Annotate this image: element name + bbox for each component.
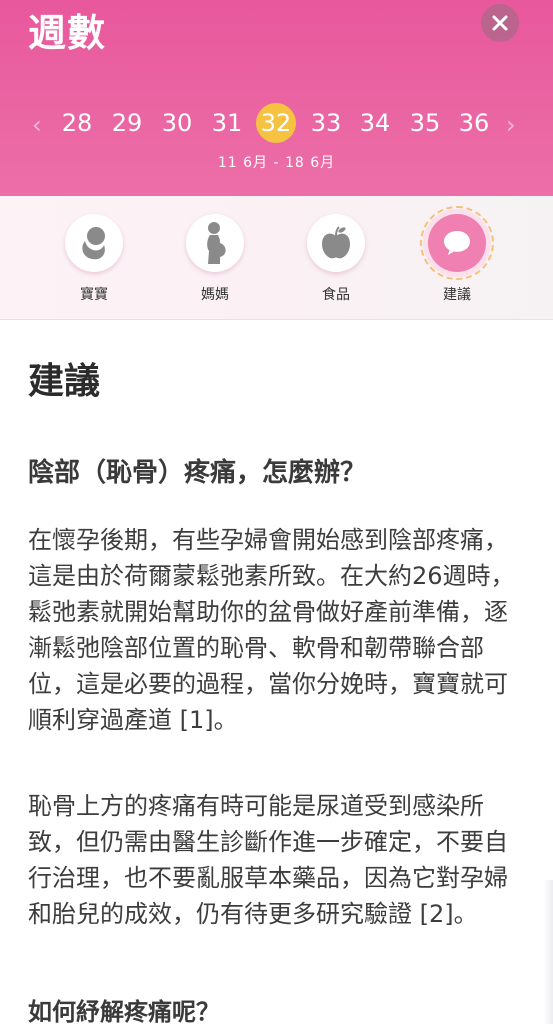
article-paragraph: 在懷孕後期，有些孕婦會開始感到陰部疼痛，這是由於荷爾蒙鬆弛素所致。在大約26週時… <box>28 526 515 734</box>
week-36[interactable]: 36 <box>454 103 494 143</box>
tab-label-mother: 媽媽 <box>201 287 229 303</box>
chevron-left-icon[interactable]: ‹ <box>32 111 42 139</box>
chat-bubble-icon <box>444 231 470 255</box>
article-paragraph: 恥骨上方的疼痛有時可能是尿道受到感染所致，但仍需由醫生診斷作進一步確定，不要自行… <box>28 792 508 928</box>
week-32-selected[interactable]: 32 <box>256 103 296 143</box>
tab-mother[interactable]: 媽媽 <box>170 214 260 304</box>
question-heading: 陰部（恥骨）疼痛，怎麼辦？ <box>28 458 367 488</box>
category-tabs: 寶寶 媽媽 食品 建議 <box>0 196 553 320</box>
tab-label-baby: 寶寶 <box>80 287 108 303</box>
baby-icon <box>82 227 105 260</box>
week-header: 週數 ‹ 28 29 30 31 32 33 34 35 36 › 11 6月 … <box>0 0 553 196</box>
week-28[interactable]: 28 <box>57 103 97 143</box>
apple-icon <box>322 226 350 259</box>
page-title: 週數 <box>28 11 107 55</box>
week-30[interactable]: 30 <box>157 103 197 143</box>
close-button[interactable] <box>481 4 519 42</box>
tab-label-advice: 建議 <box>443 287 471 303</box>
section-title: 建議 <box>28 361 101 402</box>
chevron-right-icon[interactable]: › <box>506 111 516 139</box>
week-31[interactable]: 31 <box>207 103 247 143</box>
tab-label-food: 食品 <box>322 287 350 303</box>
question-heading: 如何紓解疼痛呢？ <box>28 998 220 1024</box>
tab-advice[interactable]: 建議 <box>412 206 502 304</box>
week-29[interactable]: 29 <box>107 103 147 143</box>
date-range: 11 6月 - 18 6月 <box>217 155 336 171</box>
tab-food[interactable]: 食品 <box>291 214 381 304</box>
pregnant-mother-icon <box>207 222 226 264</box>
scroll-edge <box>543 880 553 1024</box>
week-selector: ‹ 28 29 30 31 32 33 34 35 36 › <box>0 103 553 147</box>
week-34[interactable]: 34 <box>355 103 395 143</box>
close-icon <box>492 15 508 31</box>
week-33[interactable]: 33 <box>306 103 346 143</box>
tab-baby[interactable]: 寶寶 <box>49 214 139 304</box>
week-35[interactable]: 35 <box>405 103 445 143</box>
